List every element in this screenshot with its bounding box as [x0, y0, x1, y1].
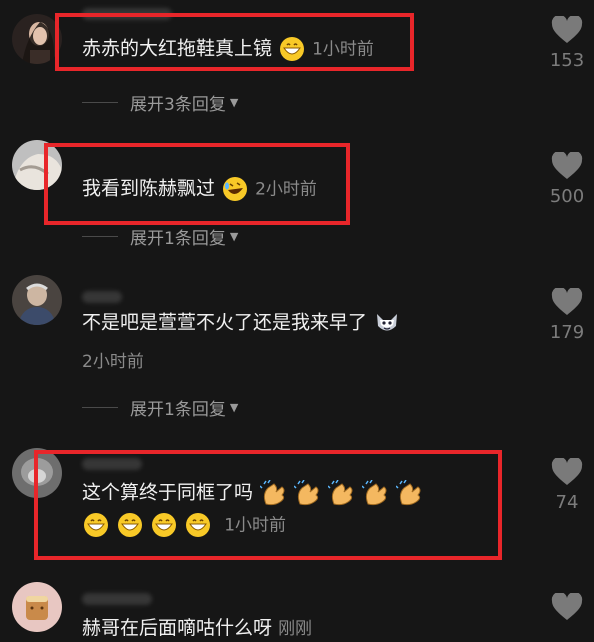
expand-label: 展开1条回复: [130, 229, 226, 249]
heart-icon: [551, 458, 583, 485]
like-count: 500: [549, 186, 585, 207]
heart-icon: [551, 152, 583, 179]
comment-time: 2小时前: [82, 352, 144, 372]
highlight-box: [55, 13, 414, 71]
like-button[interactable]: 500: [544, 152, 590, 207]
highlight-box: [34, 450, 502, 560]
caret-down-icon: ▼: [229, 401, 239, 414]
like-count: 179: [549, 322, 585, 343]
heart-icon: [551, 16, 583, 43]
like-count: 153: [549, 50, 585, 71]
comment-time: 刚刚: [278, 619, 313, 639]
expand-label: 展开1条回复: [130, 400, 226, 420]
like-count: 74: [555, 492, 579, 513]
avatar[interactable]: [12, 275, 62, 325]
heart-icon: [551, 593, 583, 620]
like-button[interactable]: 179: [544, 288, 590, 343]
like-button[interactable]: 153: [544, 16, 590, 71]
heart-icon: [551, 288, 583, 315]
caret-down-icon: ▼: [229, 230, 239, 243]
like-button[interactable]: [544, 593, 590, 621]
expand-replies[interactable]: 展开1条回复 ▼: [82, 395, 238, 420]
like-button[interactable]: 74: [544, 458, 590, 513]
expand-replies[interactable]: 展开3条回复 ▼: [82, 90, 238, 115]
caret-down-icon: ▼: [229, 96, 239, 109]
username[interactable]: [82, 291, 122, 303]
highlight-box: [44, 143, 350, 225]
expand-label: 展开3条回复: [130, 95, 226, 115]
username[interactable]: [82, 593, 152, 605]
comment-text: 不是吧是萱萱不火了还是我来早了: [82, 310, 401, 336]
expand-replies[interactable]: 展开1条回复 ▼: [82, 224, 238, 249]
comment-text: 赫哥在后面嘀咕什么呀 刚刚: [82, 617, 313, 639]
avatar[interactable]: [12, 582, 62, 632]
husky-emoji-icon: [374, 310, 400, 336]
